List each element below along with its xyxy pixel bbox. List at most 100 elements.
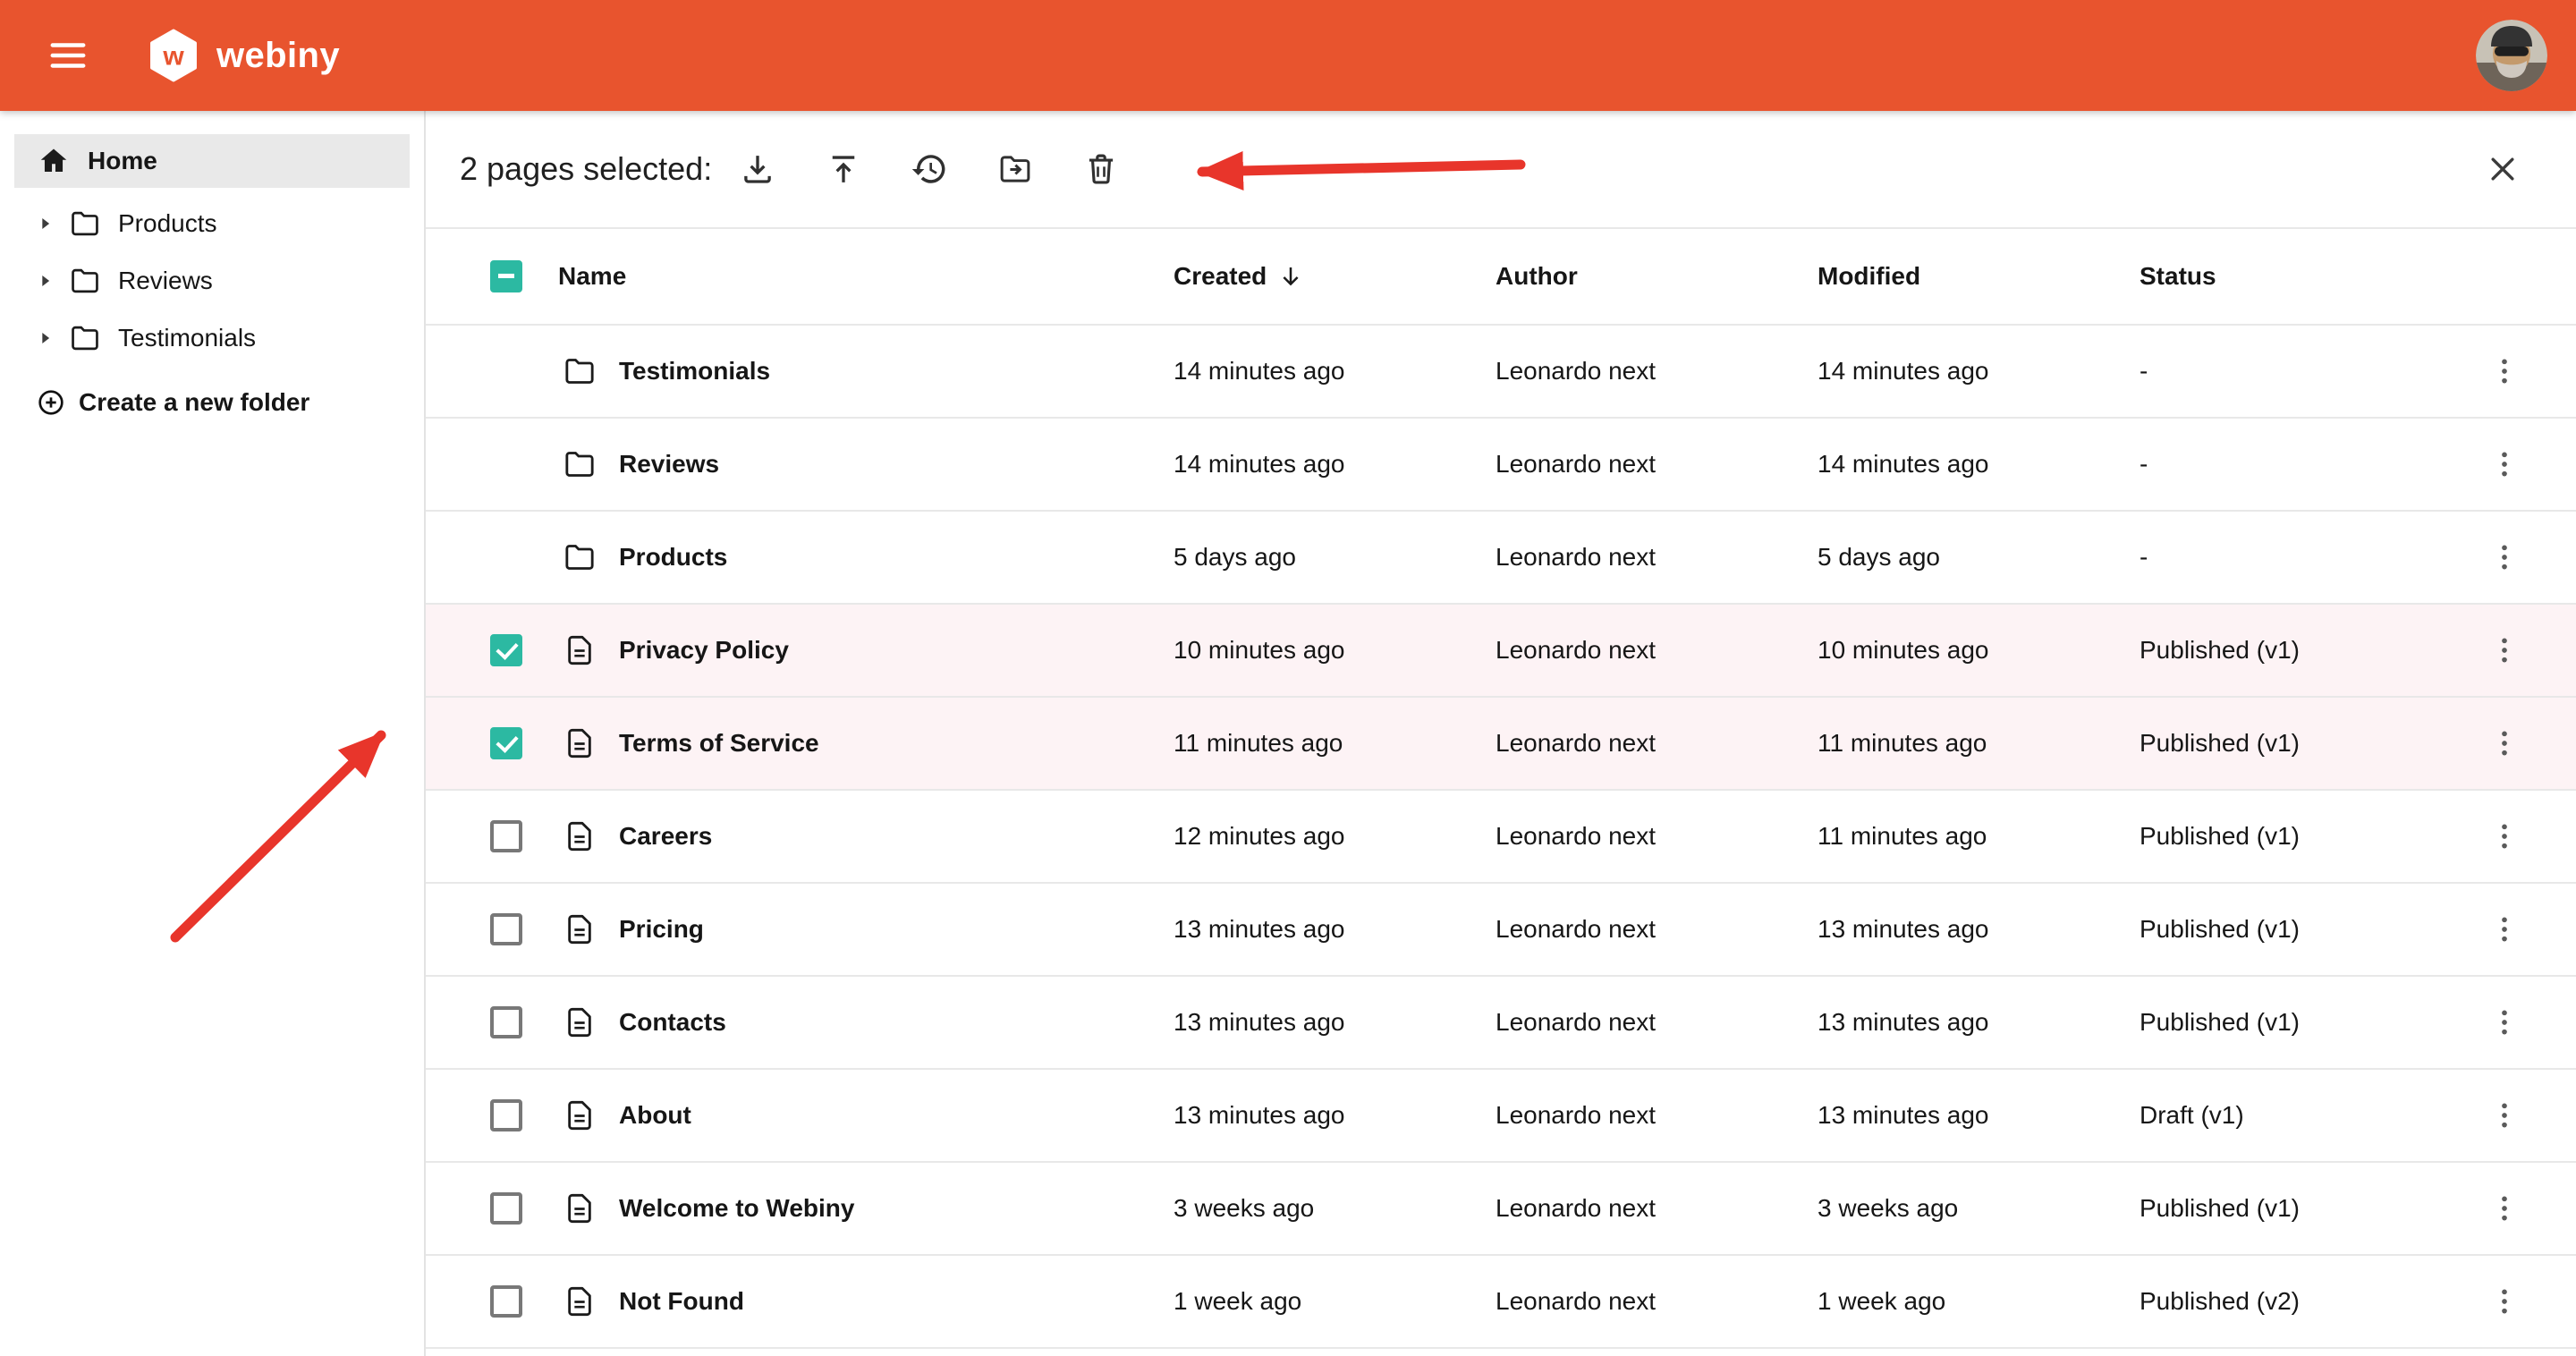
row-name[interactable]: Welcome to Webiny [619, 1194, 854, 1223]
row-name[interactable]: Privacy Policy [619, 636, 789, 665]
trash-icon[interactable] [1082, 150, 1120, 188]
kebab-menu-icon[interactable] [2487, 1098, 2522, 1133]
column-label: Created [1174, 262, 1267, 291]
table-row-welcome-to-webiny[interactable]: Welcome to Webiny 3 weeks ago Leonardo n… [426, 1163, 2576, 1256]
row-status: - [2140, 543, 2462, 572]
kebab-menu-icon[interactable] [2487, 725, 2522, 761]
webiny-logo[interactable]: w [148, 29, 199, 82]
create-folder-button[interactable]: Create a new folder [0, 374, 424, 431]
kebab-menu-icon[interactable] [2487, 632, 2522, 668]
row-author: Leonardo next [1496, 450, 1818, 479]
caret-right-icon[interactable] [36, 214, 55, 233]
table-row-not-found[interactable]: Not Found 1 week ago Leonardo next 1 wee… [426, 1256, 2576, 1349]
download-icon[interactable] [739, 150, 776, 188]
table-row-products[interactable]: Products 5 days ago Leonardo next 5 days… [426, 512, 2576, 605]
document-icon [562, 1098, 597, 1133]
column-header-author[interactable]: Author [1496, 262, 1818, 291]
row-checkbox[interactable] [490, 1006, 522, 1038]
sidebar-item-home[interactable]: Home [14, 134, 410, 188]
row-modified: 11 minutes ago [1818, 729, 2140, 758]
table-row-reviews[interactable]: Reviews 14 minutes ago Leonardo next 14 … [426, 419, 2576, 512]
row-created: 12 minutes ago [1174, 822, 1496, 851]
table-row-contacts[interactable]: Contacts 13 minutes ago Leonardo next 13… [426, 977, 2576, 1070]
sidebar-item-testimonials[interactable]: Testimonials [0, 309, 424, 367]
kebab-menu-icon[interactable] [2487, 539, 2522, 575]
caret-right-icon[interactable] [36, 328, 55, 348]
folder-icon [562, 353, 597, 389]
row-checkbox[interactable] [490, 820, 522, 852]
row-status: - [2140, 450, 2462, 479]
top-app-bar: w webiny [0, 0, 2576, 111]
table-row-terms-of-service[interactable]: Terms of Service 11 minutes ago Leonardo… [426, 698, 2576, 791]
table-row-testimonials[interactable]: Testimonials 14 minutes ago Leonardo nex… [426, 326, 2576, 419]
row-modified: 13 minutes ago [1818, 915, 2140, 944]
restore-icon[interactable] [911, 150, 948, 188]
hamburger-menu-icon[interactable] [47, 34, 89, 77]
folder-icon [68, 264, 102, 298]
create-folder-label: Create a new folder [79, 388, 309, 417]
row-name[interactable]: Terms of Service [619, 729, 819, 758]
document-icon [562, 818, 597, 854]
kebab-menu-icon[interactable] [2487, 446, 2522, 482]
row-checkbox[interactable] [490, 1285, 522, 1318]
column-header-modified[interactable]: Modified [1818, 262, 2140, 291]
sidebar: Home Products Reviews Testimonials Creat… [0, 111, 426, 1356]
selection-count-label: 2 pages selected: [460, 150, 712, 188]
column-header-created[interactable]: Created [1174, 262, 1496, 291]
sidebar-home-label: Home [88, 147, 157, 175]
row-modified: 10 minutes ago [1818, 636, 2140, 665]
column-header-status[interactable]: Status [2140, 262, 2462, 291]
kebab-menu-icon[interactable] [2487, 353, 2522, 389]
row-created: 10 minutes ago [1174, 636, 1496, 665]
row-modified: 11 minutes ago [1818, 822, 2140, 851]
row-name[interactable]: Products [619, 543, 727, 572]
sort-desc-arrow-icon [1277, 263, 1304, 290]
kebab-menu-icon[interactable] [2487, 1004, 2522, 1040]
user-avatar[interactable] [2476, 20, 2547, 91]
table-row-about[interactable]: About 13 minutes ago Leonardo next 13 mi… [426, 1070, 2576, 1163]
table-row-pricing[interactable]: Pricing 13 minutes ago Leonardo next 13 … [426, 884, 2576, 977]
row-name[interactable]: Not Found [619, 1287, 744, 1316]
row-checkbox[interactable] [490, 1192, 522, 1225]
publish-icon[interactable] [825, 150, 862, 188]
row-status: Draft (v1) [2140, 1101, 2462, 1130]
row-author: Leonardo next [1496, 822, 1818, 851]
move-to-folder-icon[interactable] [996, 150, 1034, 188]
row-checkbox[interactable] [490, 913, 522, 945]
row-modified: 5 days ago [1818, 543, 2140, 572]
row-created: 14 minutes ago [1174, 357, 1496, 386]
document-icon [562, 1191, 597, 1226]
table-row-privacy-policy[interactable]: Privacy Policy 10 minutes ago Leonardo n… [426, 605, 2576, 698]
row-author: Leonardo next [1496, 915, 1818, 944]
row-author: Leonardo next [1496, 357, 1818, 386]
folder-tree: Products Reviews Testimonials [0, 195, 424, 367]
row-checkbox[interactable] [490, 634, 522, 666]
row-author: Leonardo next [1496, 1008, 1818, 1037]
row-author: Leonardo next [1496, 636, 1818, 665]
column-label: Status [2140, 262, 2216, 291]
row-checkbox[interactable] [490, 727, 522, 759]
select-all-checkbox[interactable] [490, 260, 522, 292]
sidebar-item-reviews[interactable]: Reviews [0, 252, 424, 309]
row-created: 1 week ago [1174, 1287, 1496, 1316]
row-name[interactable]: Testimonials [619, 357, 770, 386]
kebab-menu-icon[interactable] [2487, 1284, 2522, 1319]
kebab-menu-icon[interactable] [2487, 818, 2522, 854]
row-checkbox[interactable] [490, 1099, 522, 1131]
sidebar-item-products[interactable]: Products [0, 195, 424, 252]
row-name[interactable]: Contacts [619, 1008, 726, 1037]
row-name[interactable]: Pricing [619, 915, 704, 944]
close-icon[interactable] [2483, 149, 2522, 189]
row-name[interactable]: About [619, 1101, 691, 1130]
caret-right-icon[interactable] [36, 271, 55, 291]
document-icon [562, 911, 597, 947]
bulk-action-buttons [739, 150, 1120, 188]
row-modified: 3 weeks ago [1818, 1194, 2140, 1223]
kebab-menu-icon[interactable] [2487, 1191, 2522, 1226]
row-name[interactable]: Careers [619, 822, 712, 851]
document-icon [562, 632, 597, 668]
column-header-name[interactable]: Name [558, 262, 1174, 291]
row-name[interactable]: Reviews [619, 450, 719, 479]
table-row-careers[interactable]: Careers 12 minutes ago Leonardo next 11 … [426, 791, 2576, 884]
kebab-menu-icon[interactable] [2487, 911, 2522, 947]
